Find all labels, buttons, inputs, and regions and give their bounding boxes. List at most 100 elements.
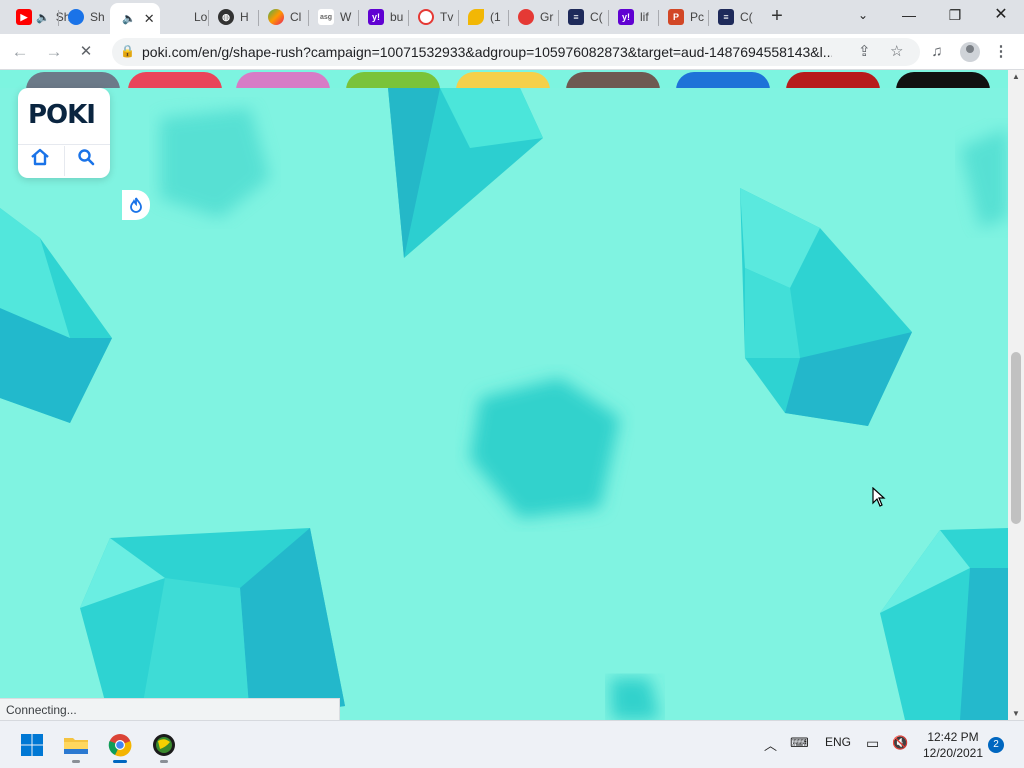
running-indicator xyxy=(72,760,80,763)
tab-search-button[interactable]: ⌄ xyxy=(840,0,886,32)
folder-icon xyxy=(64,738,88,754)
volume-muted-icon[interactable]: 🔇 xyxy=(892,735,908,751)
media-control-icon[interactable]: ♫ xyxy=(926,41,948,63)
profile-avatar[interactable] xyxy=(960,42,980,62)
scroll-down-icon[interactable]: ▼ xyxy=(1012,709,1020,718)
tab-cl[interactable]: Cl xyxy=(260,4,304,30)
tab-separator xyxy=(408,10,409,26)
tab-c2[interactable]: ≡ C( xyxy=(710,4,754,30)
game-canvas[interactable] xyxy=(0,88,1008,720)
tab-active[interactable]: 🔈 ✕ xyxy=(110,3,160,34)
tab-strip: ▶ 🔈 Sh Sh 🔈 ✕ Lo ◍ H Cl asg W y! bu Tv (… xyxy=(0,0,1024,34)
scrollbar-thumb[interactable] xyxy=(1011,352,1021,524)
share-icon[interactable]: ⇪ xyxy=(858,42,871,60)
globe-icon: ◍ xyxy=(218,9,234,25)
tab-separator xyxy=(458,10,459,26)
target-icon xyxy=(418,9,434,25)
tab-label: Tv xyxy=(440,10,454,24)
chrome-button[interactable] xyxy=(104,729,136,763)
poki-icon xyxy=(68,9,84,25)
tab-label: W xyxy=(340,10,352,24)
stop-loading-button[interactable]: ✕ xyxy=(74,40,98,64)
tab-tv[interactable]: Tv xyxy=(410,4,454,30)
show-hidden-icons-button[interactable]: ︿ xyxy=(764,735,777,754)
fire-icon xyxy=(130,197,142,213)
youtube-icon: ▶ xyxy=(16,9,32,25)
tab-separator xyxy=(208,10,209,26)
docs-icon: ≡ xyxy=(568,9,584,25)
game-page[interactable]: POKI xyxy=(0,70,1008,720)
tab-1[interactable]: (1 xyxy=(460,4,504,30)
page-scrollbar[interactable]: ▲ ▼ xyxy=(1008,70,1024,720)
globe-app-icon xyxy=(153,734,175,756)
tab-label: bu xyxy=(390,10,404,24)
tab-separator xyxy=(608,10,609,26)
tab-separator xyxy=(58,10,59,26)
lock-icon[interactable]: 🔒 xyxy=(120,44,135,58)
address-bar[interactable]: 🔒 poki.com/en/g/shape-rush?campaign=1007… xyxy=(112,38,920,66)
tab-w[interactable]: asg W xyxy=(310,4,354,30)
tab-lo[interactable]: Lo xyxy=(164,4,208,30)
language-indicator[interactable]: ENG xyxy=(825,735,851,749)
yahoo-icon: y! xyxy=(368,9,384,25)
start-button[interactable] xyxy=(16,729,48,761)
tab-label: C( xyxy=(590,10,603,24)
tab-label: Cl xyxy=(290,10,302,24)
rainbow-icon xyxy=(268,9,284,25)
tab-label: Gr xyxy=(540,10,554,24)
tab-separator xyxy=(708,10,709,26)
close-tab-icon[interactable]: ✕ xyxy=(144,11,155,27)
tab-label: Pc xyxy=(690,10,704,24)
windows-logo-icon xyxy=(21,734,43,756)
tab-bu[interactable]: y! bu xyxy=(360,4,404,30)
keyboard-icon[interactable]: ⌨ xyxy=(790,735,809,751)
bookmark-star-icon[interactable]: ☆ xyxy=(890,42,903,60)
tab-lif[interactable]: y! lif xyxy=(610,4,654,30)
poki-nav-panel: POKI xyxy=(18,88,110,178)
close-window-button[interactable]: ✕ xyxy=(978,0,1024,32)
back-button[interactable]: ← xyxy=(8,40,32,64)
tab-separator xyxy=(558,10,559,26)
speaker-icon[interactable]: 🔈 xyxy=(122,12,136,25)
menu-kebab-icon[interactable]: ⋮ xyxy=(990,41,1012,63)
tab-pc[interactable]: P Pc xyxy=(660,4,704,30)
docs-icon: ≡ xyxy=(718,9,734,25)
new-tab-button[interactable]: + xyxy=(766,5,788,27)
tab-separator xyxy=(258,10,259,26)
home-icon xyxy=(31,148,49,166)
tab-c1[interactable]: ≡ C( xyxy=(560,4,604,30)
leaf-icon xyxy=(468,9,484,25)
app-globe-button[interactable] xyxy=(148,729,180,763)
url-text[interactable]: poki.com/en/g/shape-rush?campaign=100715… xyxy=(142,44,832,60)
search-button[interactable] xyxy=(66,148,106,174)
asg-icon: asg xyxy=(318,9,334,25)
clock-time: 12:42 PM xyxy=(927,730,979,744)
tab-h[interactable]: ◍ H xyxy=(210,4,254,30)
mouse-cursor-icon xyxy=(872,487,886,507)
status-bubble: Connecting... xyxy=(0,698,340,720)
tab-poki-shape[interactable]: Sh xyxy=(60,4,104,30)
tab-label: Sh xyxy=(90,10,104,24)
tab-label: H xyxy=(240,10,249,24)
speaker-icon[interactable]: 🔈 xyxy=(36,11,50,24)
tab-separator xyxy=(508,10,509,26)
minimize-button[interactable]: — xyxy=(886,0,932,32)
poki-logo[interactable]: POKI xyxy=(28,100,96,130)
forward-button[interactable]: → xyxy=(42,40,66,64)
tab-label: Lo xyxy=(194,10,208,24)
restore-button[interactable]: ❐ xyxy=(932,0,978,32)
game-thumbnail-strip xyxy=(0,70,1008,90)
powerpoint-icon: P xyxy=(668,9,684,25)
clock-date: 12/20/2021 xyxy=(922,746,984,760)
notification-badge[interactable]: 2 xyxy=(988,737,1004,753)
network-icon[interactable]: ▭ xyxy=(866,735,879,752)
tab-gr[interactable]: Gr xyxy=(510,4,554,30)
file-explorer-button[interactable] xyxy=(60,729,92,763)
home-button[interactable] xyxy=(20,148,60,174)
scroll-up-icon[interactable]: ▲ xyxy=(1012,72,1020,81)
tab-label: C( xyxy=(740,10,753,24)
fire-button[interactable] xyxy=(122,190,150,220)
panel-divider xyxy=(18,144,110,145)
system-clock[interactable]: 12:42 PM 12/20/2021 xyxy=(918,729,988,761)
tab-separator xyxy=(308,10,309,26)
